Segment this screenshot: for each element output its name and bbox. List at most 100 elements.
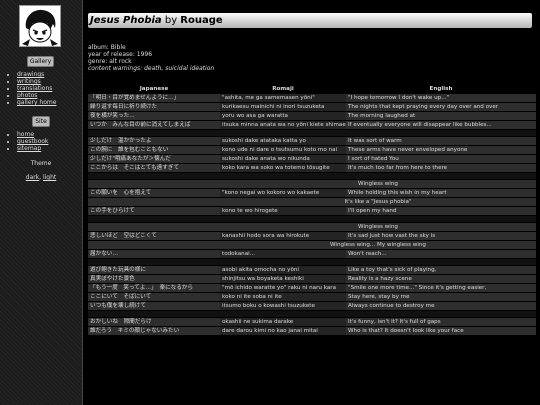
lyric-row: 届かない… todokanai... Won't reach... <box>88 250 536 258</box>
english-cell: The nights that kept praying every day o… <box>346 103 536 111</box>
chorus-note-row: Wingless wing <box>88 223 536 231</box>
japanese-cell: 夜を横が笑った… <box>88 112 220 120</box>
japanese-cell: 繰り返す毎日に祈り続けた <box>88 103 220 111</box>
year-line: year of release: 1996 <box>88 51 153 58</box>
japanese-cell: 「もう一度 笑ってよ…」 楽になるから <box>88 284 220 292</box>
romaji-cell: "mō ichido waratte yo" raku ni naru kara <box>220 284 346 292</box>
col-header-english: English <box>429 86 453 92</box>
lyric-row: 少しだけ"哦痛あなたが＞懐んだ sukoshi dake anata wo nik… <box>88 155 536 163</box>
nav-item-guestbook: guestbook <box>17 138 48 145</box>
stanza-gap <box>88 130 536 136</box>
english-cell: "I hope tomorrow I don't wake up..." <box>346 94 536 102</box>
english-cell: It's funny, isn't it? It's full of gaps <box>346 318 536 326</box>
romaji-cell: sukoshi dake atataka katta yo <box>220 137 346 145</box>
lyric-row: この願いを 心を抱えて "kono negai wo kokoro wo kaka… <box>88 189 536 197</box>
nav-link-home[interactable]: home <box>17 131 34 138</box>
english-cell: Won't reach... <box>346 250 536 258</box>
english-cell: Reality is a hazy scene <box>346 275 536 283</box>
nav-link-sitemap[interactable]: sitemap <box>17 145 41 152</box>
nav-link-writings[interactable]: writings <box>17 78 41 85</box>
romaji-cell: kurikaesu mainichi ni inori tsuzuketa <box>220 103 346 111</box>
page-title: Jesus Phobia by Rouage <box>88 13 532 28</box>
empty-cell <box>88 180 220 188</box>
lyric-row: 「明日・目が覚めませんように…」 "ashita, me ga samemasen… <box>88 94 536 102</box>
lyrics-table: Japanese Romaji English 「明日・目が覚めませんように…」… <box>88 84 536 336</box>
english-cell: "Smile one more time..." Since it's gett… <box>346 284 536 292</box>
romaji-cell: "ashita, me ga samemasen yōni" <box>220 94 346 102</box>
site-nav: home guestbook sitemap <box>6 131 48 152</box>
chorus-note-row: Wingless wing... My wingless wing <box>88 241 536 249</box>
nav-item-gallery-home: gallery home <box>17 99 56 106</box>
gap-cell <box>88 173 220 179</box>
nav-item-sitemap: sitemap <box>17 145 48 152</box>
nav-item-photos: photos <box>17 92 56 99</box>
theme-dark-link[interactable]: dark <box>26 174 39 181</box>
english-cell: Who is that? It doesn't look like your f… <box>346 327 536 335</box>
nav-link-gallery-home[interactable]: gallery home <box>17 99 56 106</box>
gap-cell <box>220 216 346 222</box>
japanese-cell: 遊び飽きた玩具の様に <box>88 266 220 274</box>
gap-cell <box>220 130 346 136</box>
romaji-cell: kono ude ni dare o tsutsumu koto mo nai <box>220 146 346 154</box>
nav-item-writings: writings <box>17 78 56 85</box>
japanese-cell: 「明日・目が覚めませんように…」 <box>88 94 220 102</box>
romaji-cell: okashii ne sukima darake <box>220 318 346 326</box>
lyric-row: ここにいて そばにいて koko ni ite soba ni ite Stay h… <box>88 293 536 301</box>
artist-name: Rouage <box>180 15 223 26</box>
lyrics-body: 「明日・目が覚めませんように…」 "ashita, me ga samemasen… <box>88 94 536 335</box>
genre-line: genre: alt rock <box>88 58 132 65</box>
title-by: by <box>161 15 181 26</box>
theme-light-link[interactable]: light <box>43 174 56 181</box>
japanese-cell: いつか みんな目の前に消えてしまえば <box>88 121 220 129</box>
romaji-cell: "kono negai wo kokoro wo kakaete <box>220 189 346 197</box>
japanese-cell: ここからは そこはとても遠すぎて <box>88 164 220 172</box>
english-cell: I'll open my hand <box>346 207 536 215</box>
chorus-note: Wingless wing <box>220 180 536 188</box>
romaji-cell: dare darou kimi no kao janai mitai <box>220 327 346 335</box>
gap-cell <box>220 173 346 179</box>
nav-link-guestbook[interactable]: guestbook <box>17 138 48 145</box>
japanese-cell: いつも僕を壊し続けて <box>88 302 220 310</box>
nav-link-photos[interactable]: photos <box>17 92 37 99</box>
gallery-nav: drawings writings translations photos ga… <box>6 71 56 106</box>
gap-cell <box>346 130 536 136</box>
english-cell: I sort of hated You <box>346 155 536 163</box>
lyric-row: いつも僕を壊し続けて itsumo boku o kowashi tsuzuket… <box>88 302 536 310</box>
lyric-row: 「もう一度 笑ってよ…」 楽になるから "mō ichido waratte yo… <box>88 284 536 292</box>
lyric-row: いつか みんな目の前に消えてしまえば itsuka minna anata wa … <box>88 121 536 129</box>
lyric-row: 誰だろう キミの顔じゃないみたい dare darou kimi no kao j… <box>88 327 536 335</box>
english-cell: These arms have never enveloped anyone <box>346 146 536 154</box>
gap-cell <box>88 259 220 265</box>
romaji-cell: todokanai... <box>220 250 346 258</box>
site-button[interactable]: Site <box>32 116 50 127</box>
english-cell: It was sort of warm <box>346 137 536 145</box>
gap-cell <box>88 311 220 317</box>
english-cell: Always continue to destroy me <box>346 302 536 310</box>
lyric-row: 夜を横が笑った… yoru wo asa ga waratta The mornin… <box>88 112 536 120</box>
english-cell: While holding this wish in my heart <box>346 189 536 197</box>
chorus-note-row: It's like a "Jesus phobia" <box>88 198 536 206</box>
romaji-cell: koko ni ite soba ni ite <box>220 293 346 301</box>
english-cell: It's sad just how vast the sky is <box>346 232 536 240</box>
gap-cell <box>88 216 220 222</box>
gap-cell <box>88 130 220 136</box>
stanza-gap <box>88 216 536 222</box>
gap-cell <box>220 259 346 265</box>
japanese-cell: 悲しいほど 空はどこくて <box>88 232 220 240</box>
lyric-row: 繰り返す毎日に祈り続けた kurikaesu mainichi ni inori … <box>88 103 536 111</box>
gallery-button[interactable]: Gallery <box>27 56 54 67</box>
lyrics-header-row: Japanese Romaji English <box>88 85 536 93</box>
song-title: Jesus Phobia <box>90 15 162 26</box>
japanese-cell: この手をひらけて <box>88 207 220 215</box>
gap-cell <box>346 311 536 317</box>
romaji-cell: shinjitsu wa boyaketa keshiki <box>220 275 346 283</box>
nav-link-translations[interactable]: translations <box>17 85 52 92</box>
avatar[interactable] <box>19 5 61 47</box>
lyric-row: おかしいね 隙間だらけ okashii ne sukima darake It's … <box>88 318 536 326</box>
nav-link-drawings[interactable]: drawings <box>17 71 44 78</box>
gap-cell <box>346 173 536 179</box>
lyric-row: この腕に 誰を包むこともない kono ude ni dare o tsutsum… <box>88 146 536 154</box>
romaji-cell: asobi akita omocha no yōni <box>220 266 346 274</box>
lyric-row: 少しだけ 温かかったよ sukoshi dake atataka katta yo… <box>88 137 536 145</box>
lyric-row: この手をひらけて kono te wo hirogete I'll open my … <box>88 207 536 215</box>
